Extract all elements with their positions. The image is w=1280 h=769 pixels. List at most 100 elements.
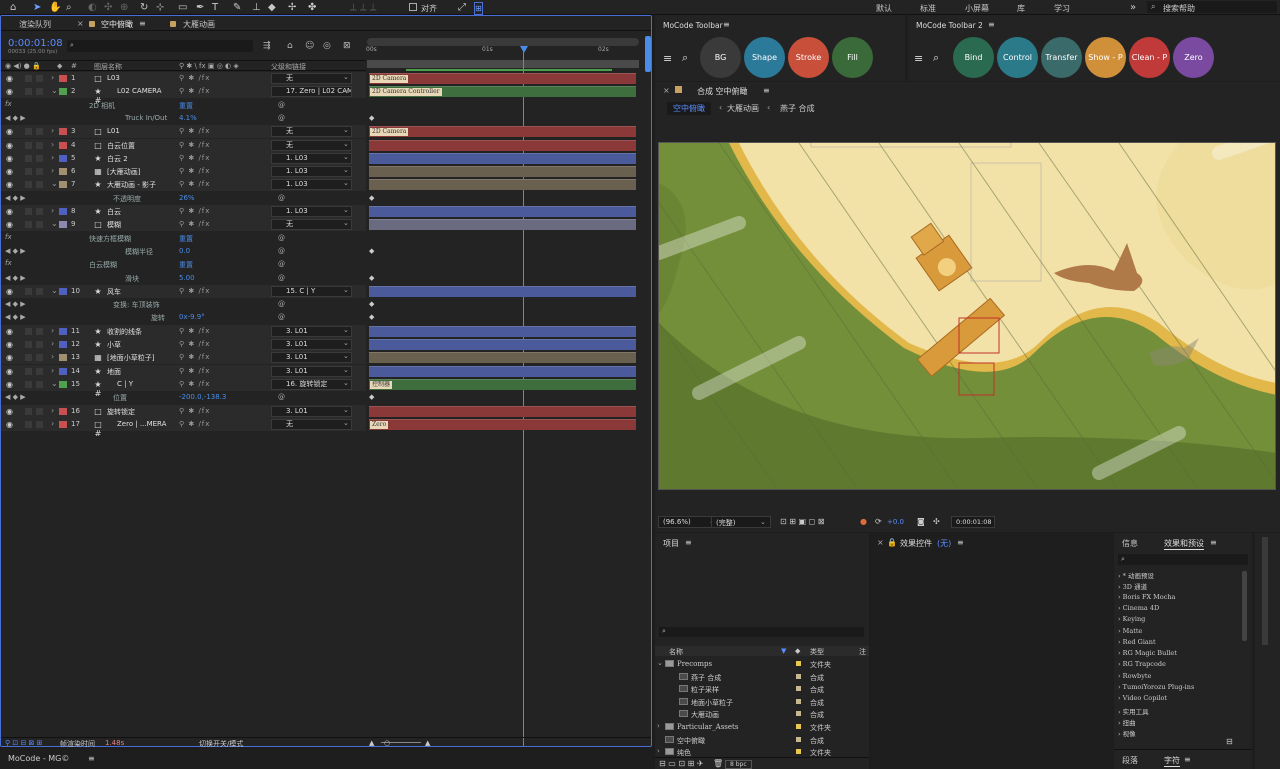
effects-search-input[interactable]: ⌕ — [1118, 554, 1248, 565]
visibility-eye-icon[interactable]: ◉ — [6, 154, 13, 163]
visibility-eye-icon[interactable]: ◉ — [6, 367, 13, 376]
expand-chevron-icon[interactable]: › — [51, 326, 54, 335]
lock-toggle[interactable] — [36, 341, 43, 348]
tab-menu-icon[interactable]: ≡ — [139, 19, 146, 28]
layer-duration-bar[interactable] — [369, 139, 636, 151]
visibility-eye-icon[interactable]: ◉ — [6, 220, 13, 229]
layer-name[interactable]: 旋转锁定 — [107, 407, 135, 417]
panel-menu-icon[interactable]: ≡ — [685, 538, 692, 547]
graph-editor-icon[interactable]: ⊠ — [343, 41, 351, 51]
playhead-handle[interactable] — [520, 46, 528, 53]
sort-chevron-icon[interactable]: ▼ — [781, 647, 786, 655]
layer-name[interactable]: C | Y — [117, 380, 133, 388]
layer-name[interactable]: 收割的线条 — [107, 327, 142, 337]
pick-whip-icon[interactable]: @ — [278, 313, 285, 321]
pick-whip-icon[interactable]: @ — [278, 247, 285, 255]
expand-chevron-icon[interactable]: › — [657, 722, 660, 730]
layer-name[interactable]: [大雁动画] — [107, 167, 140, 177]
expand-chevron-icon[interactable]: › — [51, 73, 54, 82]
layer-switches-icons[interactable]: ⚲ ✱ /fx — [179, 367, 210, 375]
solo-toggle[interactable] — [25, 367, 32, 375]
solo-toggle[interactable] — [25, 75, 32, 82]
col-name[interactable]: 名称 — [669, 647, 683, 657]
comp-mini-flowchart-icon[interactable]: ⇶ — [263, 41, 271, 51]
panel-menu-icon[interactable]: ≡ — [1184, 755, 1191, 764]
draft-3d-icon[interactable]: ⌂ — [287, 41, 293, 51]
snapshot-icon[interactable]: ◙ — [917, 517, 925, 526]
mocode-stroke-button[interactable]: Stroke — [788, 37, 829, 78]
layer-duration-bar[interactable] — [369, 206, 636, 217]
effects-category[interactable]: › Rowbyte — [1118, 672, 1151, 683]
keyframe-marker[interactable]: ◆ — [369, 274, 374, 282]
layer-switches-icons[interactable]: ⚲ ✱ /fx — [179, 220, 210, 228]
solo-toggle[interactable] — [25, 88, 32, 96]
expand-chevron-icon[interactable]: › — [51, 406, 54, 415]
layer-switches-icons[interactable]: ⚲ ✱ /fx — [179, 154, 210, 162]
property-row[interactable]: fx 快速方框模糊 重置 @ — [1, 232, 366, 245]
solo-toggle[interactable] — [25, 128, 32, 136]
lock-toggle[interactable] — [36, 181, 43, 189]
property-value[interactable]: 重置 — [179, 234, 193, 244]
label-color-swatch[interactable] — [59, 181, 67, 189]
parent-dropdown[interactable]: 无 — [271, 126, 352, 138]
layer-duration-bar[interactable]: 控制器 — [369, 378, 636, 390]
layer-row[interactable]: ◉⌄9□模糊⚲ ✱ /fx@无⌄ — [1, 218, 366, 232]
mocode-transfer-button[interactable]: Transfer — [1041, 37, 1082, 78]
lock-toggle[interactable] — [36, 367, 43, 375]
solo-toggle[interactable] — [25, 221, 32, 229]
layer-name[interactable]: L02 CAMERA — [117, 87, 162, 95]
lock-toggle[interactable] — [36, 420, 43, 428]
mocode-fill-button[interactable]: Fill — [832, 37, 873, 78]
timecode-display[interactable]: 0:00:01:08 — [8, 38, 63, 49]
property-value[interactable]: 26% — [179, 194, 195, 202]
effects-category[interactable]: › Boris FX Mocha — [1118, 593, 1175, 604]
axis-icon[interactable]: ⟂ ⟂ ⟂ — [350, 2, 376, 13]
selection-tool-icon[interactable]: ➤ — [33, 2, 41, 13]
effects-category[interactable]: › Video Copilot — [1118, 694, 1167, 705]
label-color-swatch[interactable] — [59, 341, 67, 348]
layer-name[interactable]: [地面小草粒子] — [107, 353, 154, 363]
rotate-tool-icon[interactable]: ↻ — [140, 2, 148, 13]
close-icon[interactable]: × — [877, 538, 884, 547]
parent-dropdown[interactable]: 3. L01 — [271, 365, 352, 377]
label-color-swatch[interactable] — [59, 168, 67, 176]
expand-chevron-icon[interactable]: › — [51, 352, 54, 361]
camera-tool-icon[interactable]: ◐ — [88, 2, 97, 13]
solo-toggle[interactable] — [25, 420, 32, 428]
orbit-tool-icon[interactable]: ⊕ — [120, 2, 128, 13]
parent-dropdown[interactable]: 3. L01 — [271, 339, 352, 350]
visibility-eye-icon[interactable]: ◉ — [6, 407, 13, 416]
project-item[interactable]: 粒子采样 合成 — [655, 683, 869, 695]
exposure-reset-icon[interactable]: ⟳ — [875, 517, 882, 526]
keyframe-nav-icon[interactable]: ◀ ◆ ▶ — [5, 247, 26, 255]
layer-duration-bar[interactable] — [369, 325, 636, 337]
expand-chevron-icon[interactable]: › — [51, 366, 54, 375]
keyframe-marker[interactable]: ◆ — [369, 313, 374, 321]
keyframe-nav-icon[interactable]: ◀ ◆ ▶ — [5, 300, 26, 308]
layer-switches-icons[interactable]: ⚲ ✱ /fx — [179, 167, 210, 175]
layer-switches-icons[interactable]: ⚲ ✱ /fx — [179, 180, 210, 188]
project-item[interactable]: 空中俯瞰 合成 — [655, 734, 869, 746]
parent-dropdown[interactable]: 无 — [271, 73, 352, 84]
effects-category[interactable]: › 扭曲 — [1118, 717, 1136, 728]
lock-toggle[interactable] — [36, 287, 43, 295]
property-value[interactable]: 4.1% — [179, 114, 197, 122]
solo-toggle[interactable] — [25, 407, 32, 415]
layer-switches-icons[interactable]: ⚲ ✱ /fx — [179, 141, 210, 149]
solo-toggle[interactable] — [25, 341, 32, 348]
parent-dropdown[interactable]: 17. Zero | L02 CAM — [271, 86, 352, 98]
parent-dropdown[interactable]: 3. L01 — [271, 352, 352, 364]
property-row[interactable]: ◀ ◆ ▶ 位置 -200.0,-138.3 @ — [1, 391, 366, 404]
keyframe-nav-icon[interactable]: ◀ ◆ ▶ — [5, 393, 26, 401]
layer-duration-bar[interactable]: Zero — [369, 418, 636, 430]
label-color-swatch[interactable] — [59, 327, 67, 335]
zoom-in-icon[interactable]: ▲ — [425, 739, 430, 747]
solo-toggle[interactable] — [25, 181, 32, 189]
tab-goose-animation[interactable]: 大雁动画 — [183, 19, 215, 30]
layer-row[interactable]: ◉›12★小草⚲ ✱ /fx@3. L01⌄ — [1, 338, 366, 351]
parent-dropdown[interactable]: 16. 旋转锁定 — [271, 378, 352, 390]
layer-duration-bar[interactable] — [369, 365, 636, 377]
pick-whip-icon[interactable]: @ — [278, 234, 285, 242]
align-checkbox[interactable] — [409, 3, 417, 11]
layer-duration-bar[interactable]: 2D Camera — [369, 73, 636, 84]
